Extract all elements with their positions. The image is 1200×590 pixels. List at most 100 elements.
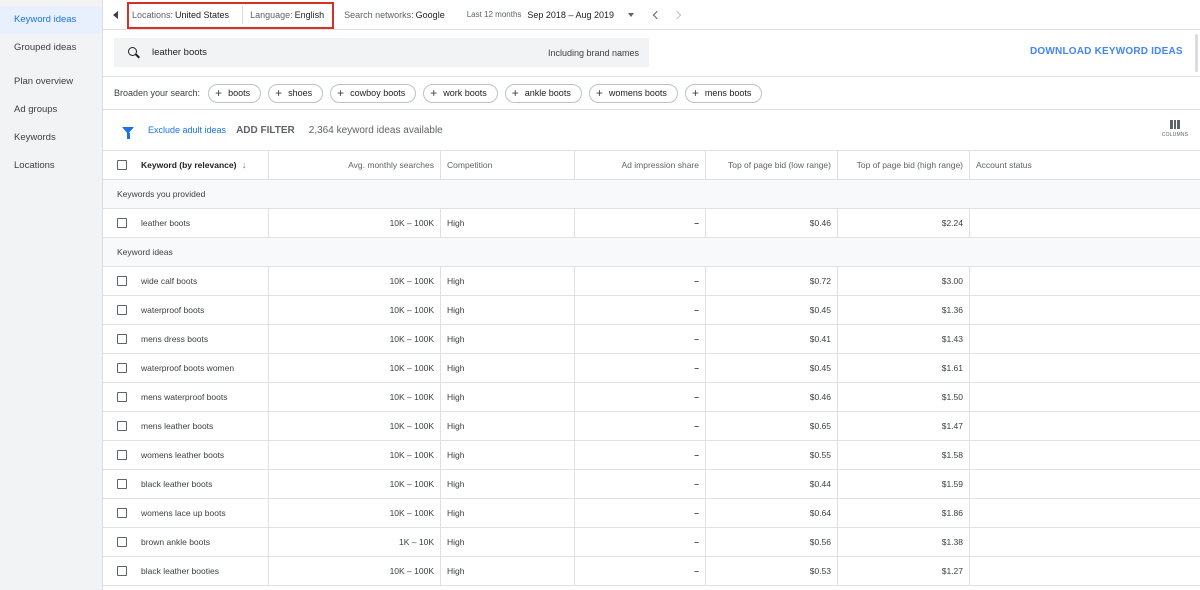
row-checkbox[interactable] [117,218,127,228]
table-row[interactable]: brown ankle boots 1K – 10K High – $0.56 $1.38 [103,528,1200,557]
columns-label: COLUMNS [1161,132,1189,138]
table-row[interactable]: black leather booties 10K – 100K High – $0.5… [103,557,1200,586]
broaden-chip[interactable]: + boots [208,83,262,103]
row-checkbox[interactable] [117,508,127,518]
cell-avg-searches: 10K – 100K [269,499,441,527]
previous-period-icon[interactable] [652,10,662,19]
table-row[interactable]: mens leather boots 10K – 100K High – $0.65 $1… [103,412,1200,441]
cell-account-status [970,499,1200,527]
header-competition[interactable]: Competition [441,151,575,179]
section-keywords-provided: Keywords you provided [103,180,1200,209]
section-keyword-ideas: Keyword ideas [103,238,1200,267]
cell-competition: High [441,209,575,237]
cell-competition: High [441,557,575,585]
cell-keyword: black leather boots [103,470,269,498]
keyword-search-input[interactable]: leather boots Including brand names [114,38,649,67]
cell-keyword: womens lace up boots [103,499,269,527]
row-checkbox[interactable] [117,566,127,576]
broaden-chip[interactable]: + mens boots [684,83,763,103]
header-bid-high[interactable]: Top of page bid (high range) [838,151,970,179]
add-filter-button[interactable]: ADD FILTER [236,125,295,136]
brand-names-toggle[interactable]: Including brand names [548,48,639,58]
cell-avg-searches: 10K – 100K [269,383,441,411]
sidebar-item-ad-groups[interactable]: Ad groups [0,96,102,124]
cell-bid-low: $0.53 [706,557,838,585]
table-row[interactable]: leather boots 10K – 100K High – $0.46 $2.24 [103,209,1200,238]
table-row[interactable]: wide calf boots 10K – 100K High – $0.72 $3.00 [103,267,1200,296]
cell-bid-low: $0.44 [706,470,838,498]
keyword-text: leather boots [141,218,191,228]
plus-icon: + [691,86,699,100]
columns-button[interactable]: COLUMNS [1160,120,1190,138]
date-range-selector[interactable]: Last 12 months Sep 2018 – Aug 2019 [467,10,634,20]
cell-avg-searches: 1K – 10K [269,528,441,556]
cell-account-status [970,383,1200,411]
search-networks-selector[interactable]: Search networks: Google [344,10,445,20]
cell-bid-high: $1.61 [838,354,970,382]
sidebar-item-grouped-ideas[interactable]: Grouped ideas [0,34,102,62]
row-checkbox[interactable] [117,363,127,373]
cell-bid-low: $0.45 [706,296,838,324]
cell-keyword: womens leather boots [103,441,269,469]
row-checkbox[interactable] [117,392,127,402]
header-keyword-label: Keyword (by relevance) [141,160,237,170]
next-period-icon[interactable] [672,10,682,19]
sidebar: Keyword ideas Grouped ideas Plan overvie… [0,0,103,590]
sidebar-item-locations[interactable]: Locations [0,152,102,180]
table-row[interactable]: mens waterproof boots 10K – 100K High – $0.4… [103,383,1200,412]
row-checkbox[interactable] [117,450,127,460]
scrollbar[interactable] [1195,34,1198,72]
sidebar-item-keywords[interactable]: Keywords [0,124,102,152]
broaden-chip[interactable]: + shoes [268,83,324,103]
cell-avg-searches: 10K – 100K [269,296,441,324]
header-keyword[interactable]: Keyword (by relevance) ↓ [103,151,269,179]
broaden-chip[interactable]: + cowboy boots [330,83,417,103]
row-checkbox[interactable] [117,421,127,431]
header-bid-low[interactable]: Top of page bid (low range) [706,151,838,179]
broaden-chip[interactable]: + ankle boots [504,83,582,103]
cell-bid-high: $1.47 [838,412,970,440]
download-keyword-ideas-button[interactable]: DOWNLOAD KEYWORD IDEAS [1030,46,1183,57]
table-row[interactable]: black leather boots 10K – 100K High – $0.44 $… [103,470,1200,499]
cell-impression-share: – [575,470,706,498]
cell-avg-searches: 10K – 100K [269,325,441,353]
table-row[interactable]: womens leather boots 10K – 100K High – $0.55… [103,441,1200,470]
broaden-chip[interactable]: + work boots [423,83,498,103]
cell-keyword: black leather booties [103,557,269,585]
header-impression-share[interactable]: Ad impression share [575,151,706,179]
collapse-sidebar-button[interactable] [103,0,127,30]
keyword-text: mens waterproof boots [141,392,228,402]
cell-bid-high: $3.00 [838,267,970,295]
row-checkbox[interactable] [117,334,127,344]
cell-keyword: waterproof boots women [103,354,269,382]
row-checkbox[interactable] [117,479,127,489]
header-avg-searches[interactable]: Avg. monthly searches [269,151,441,179]
sidebar-item-plan-overview[interactable]: Plan overview [0,68,102,96]
chip-label: boots [228,88,251,98]
cell-impression-share: – [575,412,706,440]
cell-account-status [970,209,1200,237]
row-checkbox[interactable] [117,276,127,286]
table-row[interactable]: womens lace up boots 10K – 100K High – $0.64… [103,499,1200,528]
keyword-text: womens lace up boots [141,508,226,518]
search-query[interactable]: leather boots [152,47,548,58]
header-account-status[interactable]: Account status [970,151,1200,179]
cell-competition: High [441,412,575,440]
broaden-chip[interactable]: + womens boots [588,83,678,103]
cell-avg-searches: 10K – 100K [269,470,441,498]
table-row[interactable]: waterproof boots 10K – 100K High – $0.45 $1.3… [103,296,1200,325]
cell-avg-searches: 10K – 100K [269,412,441,440]
table-row[interactable]: waterproof boots women 10K – 100K High – $0.… [103,354,1200,383]
filter-icon[interactable] [122,126,134,139]
cell-bid-low: $0.55 [706,441,838,469]
keyword-text: brown ankle boots [141,537,210,547]
sidebar-item-keyword-ideas[interactable]: Keyword ideas [0,6,102,34]
select-all-checkbox[interactable] [117,160,127,170]
cell-competition: High [441,528,575,556]
keyword-text: mens leather boots [141,421,214,431]
row-checkbox[interactable] [117,537,127,547]
row-checkbox[interactable] [117,305,127,315]
table-row[interactable]: mens dress boots 10K – 100K High – $0.41 $1.4… [103,325,1200,354]
cell-account-status [970,557,1200,585]
exclude-adult-ideas-filter[interactable]: Exclude adult ideas [148,125,226,135]
